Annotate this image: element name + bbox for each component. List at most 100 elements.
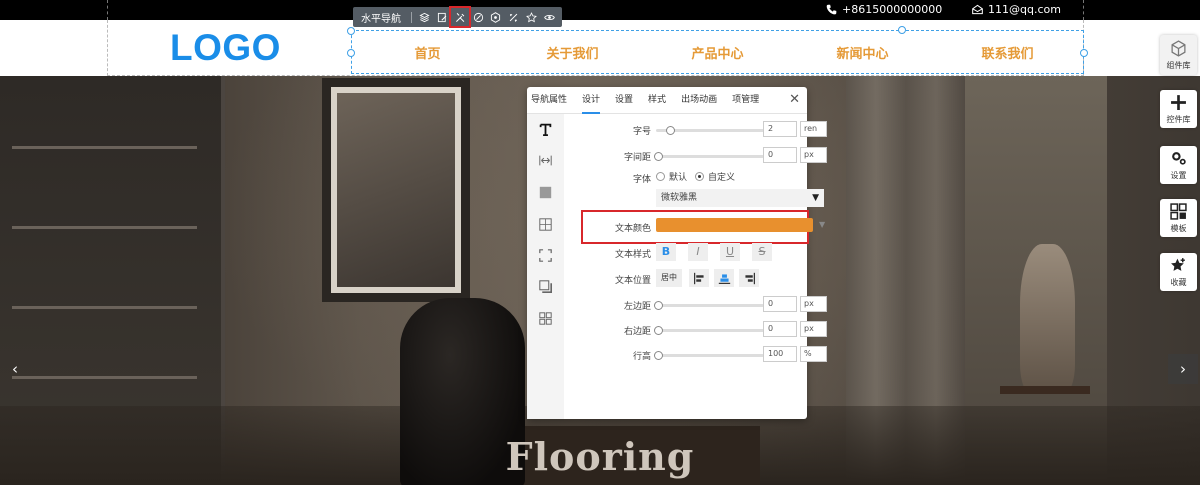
logo[interactable]: LOGO	[170, 27, 281, 69]
right-padding-unit-select[interactable]: px	[800, 321, 827, 337]
font-size-input[interactable]: 2	[763, 121, 797, 137]
font-family-select[interactable]: 微软雅黑 ▼	[656, 189, 824, 207]
font-size-unit-select[interactable]: ren	[800, 121, 827, 137]
font-custom-radio[interactable]: 自定义	[695, 170, 735, 183]
tab-item-management[interactable]: 项管理	[732, 87, 759, 114]
edit-page-button[interactable]	[434, 8, 452, 26]
strikethrough-button[interactable]: S	[752, 243, 772, 261]
font-size-slider[interactable]	[656, 126, 764, 135]
preview-button[interactable]	[540, 8, 558, 26]
shadow-icon	[539, 280, 552, 293]
right-padding-input[interactable]: 0	[763, 321, 797, 337]
plus-icon	[1171, 94, 1186, 110]
favorites-button[interactable]: 收藏	[1160, 253, 1197, 291]
align-middle-button[interactable]	[714, 269, 734, 287]
component-name: 水平导航	[361, 13, 401, 25]
nav-item-home[interactable]: 首页	[358, 43, 498, 62]
close-panel-button[interactable]: ✕	[789, 92, 800, 107]
panel-side-nav	[527, 114, 564, 419]
side-text-button[interactable]	[537, 121, 554, 138]
favorites-label: 收藏	[1170, 277, 1187, 287]
side-shadow-button[interactable]	[537, 278, 554, 295]
text-icon	[539, 123, 552, 136]
line-height-unit-select[interactable]: %	[800, 346, 827, 362]
phone-number: +8615000000000	[842, 3, 943, 16]
bold-button[interactable]: B	[656, 243, 676, 261]
link-icon	[509, 13, 518, 22]
italic-button[interactable]: I	[688, 243, 708, 261]
tab-design[interactable]: 设计	[582, 87, 601, 114]
text-style-label: 文本样式	[614, 250, 651, 260]
line-height-label: 行高	[632, 352, 651, 362]
color-dropdown-icon[interactable]: ▼	[819, 220, 825, 229]
font-default-radio[interactable]: 默认	[656, 170, 687, 183]
radio-dot-selected	[695, 172, 704, 181]
tab-entrance-animation[interactable]: 出场动画	[681, 87, 717, 114]
component-library-label: 组件库	[1166, 60, 1191, 70]
letter-spacing-knob[interactable]	[654, 152, 663, 161]
align-left-button[interactable]	[689, 269, 709, 287]
chevron-left-icon: ‹	[12, 360, 18, 378]
side-grid-button[interactable]	[537, 310, 554, 327]
font-family-value: 微软雅黑	[661, 193, 698, 203]
font-size-knob[interactable]	[666, 126, 675, 135]
hero-painting	[322, 78, 470, 302]
spacing-icon	[539, 155, 552, 166]
component-toolbar: 水平导航	[353, 6, 562, 28]
settings-tool-label: 设置	[1170, 170, 1187, 180]
chevron-right-icon: ›	[1180, 360, 1186, 378]
template-label: 模板	[1170, 223, 1187, 233]
component-library-button[interactable]: 组件库	[1160, 35, 1197, 75]
nav-item-products[interactable]: 产品中心	[648, 43, 788, 62]
shelf-row	[12, 306, 197, 309]
control-library-button[interactable]: 控件库	[1160, 90, 1197, 128]
slider-next-button[interactable]: ›	[1168, 354, 1198, 384]
left-padding-input[interactable]: 0	[763, 296, 797, 312]
layers-icon	[419, 12, 430, 22]
email-contact: 111@qq.com	[972, 3, 1061, 16]
side-border-button[interactable]	[537, 216, 554, 233]
nav-item-news[interactable]: 新闻中心	[793, 43, 933, 62]
nav-item-contact[interactable]: 联系我们	[938, 43, 1078, 62]
tab-settings[interactable]: 设置	[615, 87, 633, 114]
nav-item-about[interactable]: 关于我们	[503, 43, 643, 62]
right-padding-slider[interactable]	[654, 326, 764, 335]
right-padding-knob[interactable]	[654, 326, 663, 335]
letter-spacing-slider[interactable]	[654, 152, 764, 161]
underline-button[interactable]: U	[720, 243, 740, 261]
favorite-button[interactable]	[523, 8, 541, 26]
left-padding-unit-select[interactable]: px	[800, 296, 827, 312]
tab-style[interactable]: 样式	[648, 87, 666, 114]
phone-icon	[826, 4, 837, 15]
settings-tool-button[interactable]: 设置	[1160, 146, 1197, 184]
letter-spacing-input[interactable]: 0	[763, 147, 797, 163]
side-spacing-button[interactable]	[537, 152, 554, 169]
line-height-knob[interactable]	[654, 351, 663, 360]
link-button[interactable]	[505, 8, 523, 26]
side-size-button[interactable]	[537, 247, 554, 264]
side-background-button[interactable]	[537, 184, 554, 201]
line-height-slider[interactable]	[654, 351, 764, 360]
left-padding-knob[interactable]	[654, 301, 663, 310]
template-button[interactable]: 模板	[1160, 199, 1197, 237]
star-icon	[525, 11, 537, 22]
line-height-input[interactable]: 100	[763, 346, 797, 362]
edit-style-button[interactable]	[469, 8, 487, 26]
hero-sculpture	[1020, 244, 1075, 394]
align-left-icon	[693, 272, 704, 284]
layers-button[interactable]	[416, 8, 434, 26]
align-right-button[interactable]	[739, 269, 759, 287]
tools-button[interactable]	[449, 6, 472, 28]
slider-prev-button[interactable]: ‹	[0, 354, 30, 384]
settings-button[interactable]	[487, 8, 505, 26]
shelf-row	[12, 146, 197, 149]
tab-nav-properties[interactable]: 导航属性	[531, 87, 567, 114]
align-center-button[interactable]: 居中	[656, 269, 682, 287]
site-header: LOGO 首页 关于我们 产品中心 新闻中心 联系我们	[0, 20, 1200, 76]
font-size-unit: ren	[804, 124, 818, 133]
letter-spacing-unit-select[interactable]: px	[800, 147, 827, 163]
left-padding-slider[interactable]	[654, 301, 764, 310]
text-color-swatch[interactable]	[656, 218, 813, 232]
letter-spacing-unit: px	[804, 150, 814, 159]
background-icon	[539, 186, 552, 199]
